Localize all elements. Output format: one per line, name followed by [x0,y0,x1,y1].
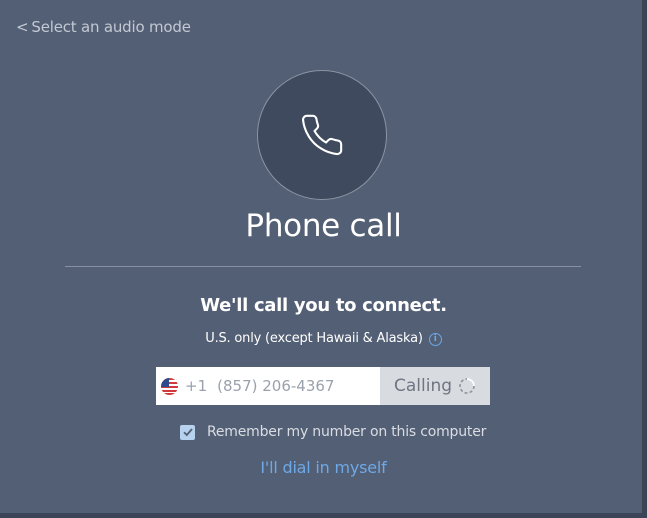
region-note: U.S. only (except Hawaii & Alaska) i [0,331,647,346]
country-code[interactable]: +1 [185,377,207,395]
phone-number-value[interactable]: (857) 206-4367 [217,377,334,395]
audio-mode-panel: < Select an audio mode Phone call We'll c… [0,0,642,513]
region-note-text: U.S. only (except Hawaii & Alaska) [205,331,423,346]
remember-number-row: Remember my number on this computer [180,424,486,440]
phone-number-field[interactable]: +1 (857) 206-4367 [156,367,380,405]
phone-entry-row: +1 (857) 206-4367 Calling [156,367,490,405]
checkmark-icon [182,428,193,437]
dial-in-myself-link[interactable]: I'll dial in myself [0,458,647,477]
remember-checkbox[interactable] [180,424,195,440]
dial-in-myself-label[interactable]: I'll dial in myself [260,458,386,477]
connect-heading: We'll call you to connect. [200,295,447,316]
back-link[interactable]: < Select an audio mode [16,18,191,36]
back-chevron-icon: < [16,18,29,36]
calling-button[interactable]: Calling [380,367,490,405]
phone-icon-circle [257,70,387,200]
back-link-label: Select an audio mode [31,18,191,36]
info-icon[interactable]: i [428,333,442,346]
phone-icon [302,114,343,156]
us-flag-icon[interactable] [161,377,178,395]
remember-label[interactable]: Remember my number on this computer [207,424,486,440]
loading-spinner-icon [459,378,475,394]
calling-button-label: Calling [393,376,453,396]
us-flag-graphic [161,377,178,395]
page-title: Phone call [245,208,402,244]
divider [65,266,581,267]
